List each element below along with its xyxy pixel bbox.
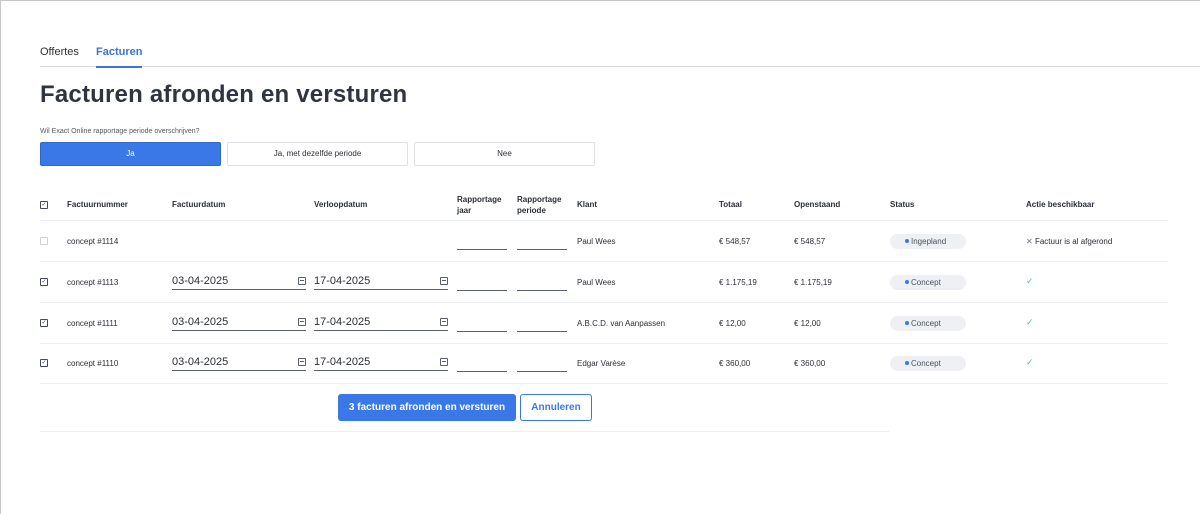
status-badge: Concept	[890, 275, 966, 290]
row-openstaand: € 1.175,19	[794, 278, 832, 287]
row-totaal: € 1.175,19	[719, 278, 757, 287]
row-checkbox[interactable]: ✓	[40, 319, 48, 327]
check-icon: ✓	[1026, 317, 1034, 327]
calendar-icon[interactable]	[298, 318, 306, 326]
app-frame: Offertes Facturen Facturen afronden en v…	[0, 0, 1200, 514]
row-divider	[40, 343, 1168, 344]
row-totaal: € 12,00	[719, 319, 746, 328]
col-rapportage-jaar-line2: jaar	[457, 206, 472, 215]
check-icon: ✓	[1026, 276, 1034, 286]
verloopdatum-input[interactable]: 17-04-2025	[314, 275, 448, 290]
footer-divider	[40, 431, 889, 432]
rapportage-jaar-input[interactable]	[457, 249, 507, 250]
verloopdatum-input[interactable]: 17-04-2025	[314, 316, 448, 331]
factuurdatum-input[interactable]: 03-04-2025	[172, 316, 306, 331]
select-all-checkbox[interactable]: ✓	[40, 201, 48, 209]
cancel-button[interactable]: Annuleren	[520, 394, 592, 421]
row-klant: A.B.C.D. van Aanpassen	[577, 319, 666, 328]
col-actie: Actie beschikbaar	[1026, 200, 1095, 209]
row-divider	[40, 261, 1168, 262]
rapportage-periode-input[interactable]	[517, 290, 567, 291]
verloopdatum-input[interactable]: 17-04-2025	[314, 356, 448, 371]
row-totaal: € 360,00	[719, 359, 751, 368]
row-checkbox[interactable]	[40, 237, 48, 245]
row-openstaand: € 548,57	[794, 237, 826, 246]
row-checkbox[interactable]: ✓	[40, 359, 48, 367]
close-icon: ✕	[1026, 237, 1033, 246]
rapportage-jaar-input[interactable]	[457, 371, 507, 372]
col-klant: Klant	[577, 200, 597, 209]
row-openstaand: € 12,00	[794, 319, 821, 328]
tab-offertes[interactable]: Offertes	[40, 45, 79, 67]
rapportage-jaar-input[interactable]	[457, 331, 507, 332]
factuurdatum-input[interactable]: 03-04-2025	[172, 275, 306, 290]
check-icon: ✓	[1026, 357, 1034, 367]
col-openstaand: Openstaand	[794, 200, 841, 209]
row-checkbox[interactable]: ✓	[40, 278, 48, 286]
period-question: Wil Exact Online rapportage periode over…	[40, 128, 200, 135]
rapportage-periode-input[interactable]	[517, 331, 567, 332]
choice-ja-zelfde-periode-button[interactable]: Ja, met dezelfde periode	[227, 142, 408, 166]
row-factuurnummer: concept #1110	[67, 359, 119, 368]
col-rapportage-jaar: Rapportage jaar	[457, 194, 501, 216]
row-openstaand: € 360,00	[794, 359, 826, 368]
choice-ja-button[interactable]: Ja	[40, 142, 221, 166]
row-divider	[40, 383, 1168, 384]
col-rapportage-periode: Rapportage periode	[517, 194, 561, 216]
row-factuurnummer: concept #1114	[67, 237, 119, 246]
status-badge: Ingepland	[890, 234, 966, 249]
row-klant: Paul Wees	[577, 278, 616, 287]
factuurdatum-input[interactable]: 03-04-2025	[172, 356, 306, 371]
col-status: Status	[890, 200, 915, 209]
col-totaal: Totaal	[719, 200, 742, 209]
header-divider	[40, 220, 1168, 221]
tab-facturen[interactable]: Facturen	[96, 45, 143, 68]
calendar-icon[interactable]	[440, 358, 448, 366]
col-rapportage-jaar-line1: Rapportage	[457, 195, 502, 204]
status-dot-icon	[905, 239, 909, 243]
row-klant: Edgar Varèse	[577, 359, 626, 368]
page-title: Facturen afronden en versturen	[40, 81, 408, 108]
calendar-icon[interactable]	[440, 277, 448, 285]
rapportage-jaar-input[interactable]	[457, 290, 507, 291]
row-totaal: € 548,57	[719, 237, 751, 246]
col-verloopdatum: Verloopdatum	[314, 200, 368, 209]
calendar-icon[interactable]	[440, 318, 448, 326]
row-klant: Paul Wees	[577, 237, 616, 246]
rapportage-periode-input[interactable]	[517, 249, 567, 250]
col-factuurdatum: Factuurdatum	[172, 200, 226, 209]
rapportage-periode-input[interactable]	[517, 371, 567, 372]
col-factuurnummer: Factuurnummer	[67, 200, 128, 209]
choice-nee-button[interactable]: Nee	[414, 142, 595, 166]
col-rapportage-periode-line1: Rapportage	[517, 195, 562, 204]
submit-invoices-button[interactable]: 3 facturen afronden en versturen	[338, 394, 516, 421]
row-factuurnummer: concept #1111	[67, 319, 118, 328]
row-divider	[40, 302, 1168, 303]
status-dot-icon	[905, 280, 909, 284]
col-rapportage-periode-line2: periode	[517, 206, 546, 215]
calendar-icon[interactable]	[298, 358, 306, 366]
row-actie: ✕ Factuur is al afgerond	[1026, 237, 1113, 246]
status-dot-icon	[905, 361, 909, 365]
tab-bar: Offertes Facturen	[40, 45, 1200, 68]
calendar-icon[interactable]	[298, 277, 306, 285]
status-badge: Concept	[890, 316, 966, 331]
status-badge: Concept	[890, 356, 966, 371]
status-dot-icon	[905, 321, 909, 325]
row-factuurnummer: concept #1113	[67, 278, 119, 287]
